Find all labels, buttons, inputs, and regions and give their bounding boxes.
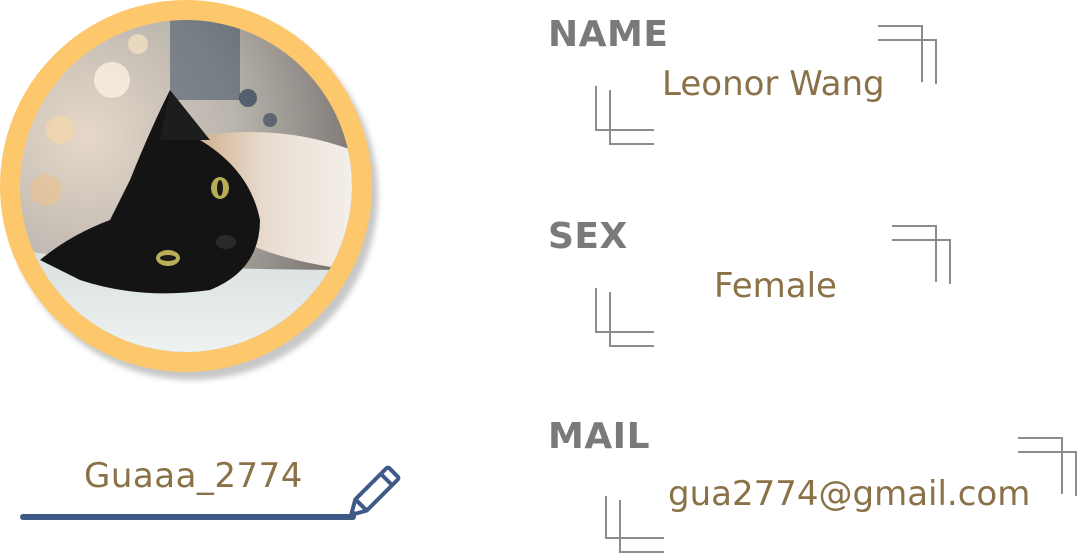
name-label: NAME [548,14,669,55]
pencil-icon[interactable] [340,452,416,524]
bracket-bottom-left-icon [605,496,664,553]
mail-value: gua2774@gmail.com [668,474,1031,514]
sex-label: SEX [548,216,628,257]
sex-value: Female [714,266,837,306]
bracket-top-right-icon [892,225,951,284]
username-label: Guaaa_2774 [84,456,303,496]
cat-photo [20,20,352,352]
name-value: Leonor Wang [662,64,885,104]
mail-label: MAIL [548,416,651,457]
avatar[interactable] [20,20,352,352]
username-underline [20,514,356,520]
bracket-bottom-left-icon [595,86,654,145]
profile-card: Guaaa_2774 NAME Leonor Wang SEX Female M… [0,0,1080,555]
bracket-bottom-left-icon [595,288,654,347]
bracket-top-right-icon [878,25,937,84]
